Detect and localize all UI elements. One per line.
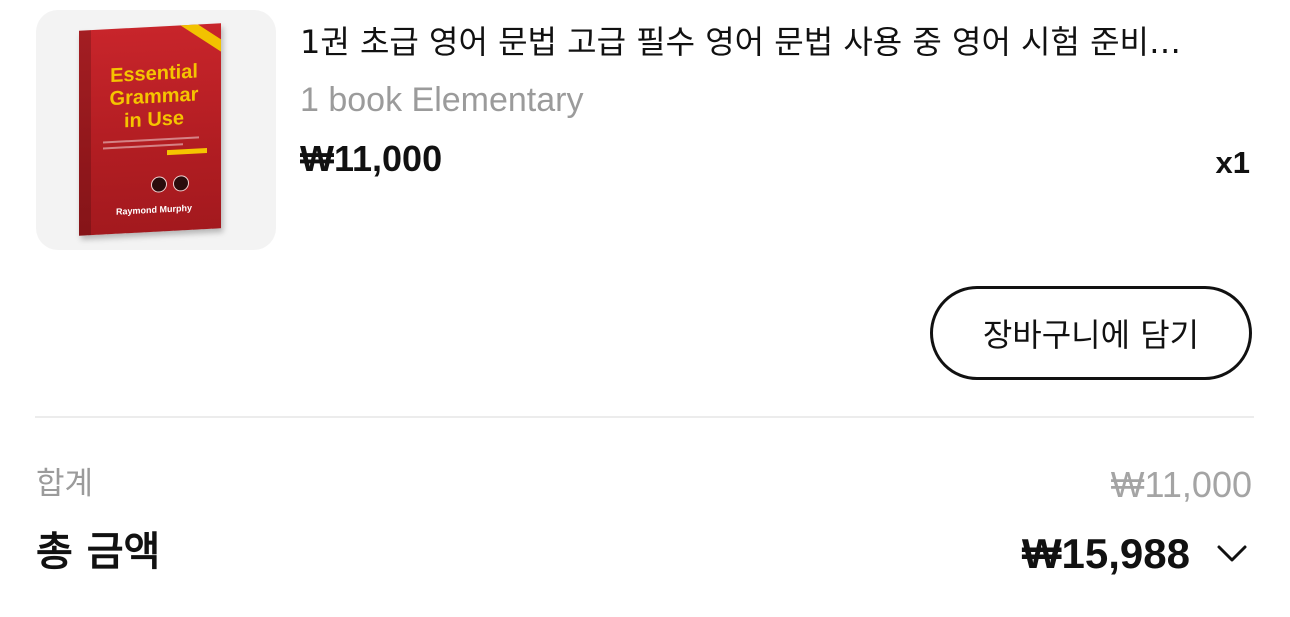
book-edition-label: [167, 148, 207, 156]
book-cover-title: Essential Grammar in Use: [109, 60, 199, 133]
chevron-down-icon[interactable]: [1216, 541, 1248, 565]
section-divider: [35, 416, 1254, 418]
book-cover-image: Essential Grammar in Use Raymond Murphy: [79, 23, 221, 236]
cart-item: Essential Grammar in Use Raymond Murphy …: [36, 10, 1254, 250]
book-cover-text-line: [103, 136, 199, 144]
book-media-icons: [151, 174, 189, 193]
book-spine: [79, 30, 91, 236]
total-label: 총 금액: [36, 529, 161, 575]
total-value: ₩15,988: [1021, 530, 1190, 577]
product-thumbnail[interactable]: Essential Grammar in Use Raymond Murphy: [36, 10, 276, 250]
book-cover-text-line: [103, 143, 183, 150]
add-to-cart-button[interactable]: 장바구니에 담기: [930, 286, 1252, 380]
book-corner-ribbon: [177, 23, 221, 56]
book-cover-author: Raymond Murphy: [115, 202, 192, 217]
product-option: 1 book Elementary: [300, 81, 584, 119]
subtotal-value: ₩11,000: [1110, 464, 1252, 505]
product-price: ₩11,000: [300, 138, 443, 179]
ebook-icon: [151, 176, 167, 193]
product-title[interactable]: 1권 초급 영어 문법 고급 필수 영어 문법 사용 중 영어 시험 준비…: [300, 22, 1230, 62]
audio-icon: [173, 174, 189, 192]
subtotal-label: 합계: [36, 466, 94, 502]
product-quantity: x1: [1215, 145, 1250, 180]
